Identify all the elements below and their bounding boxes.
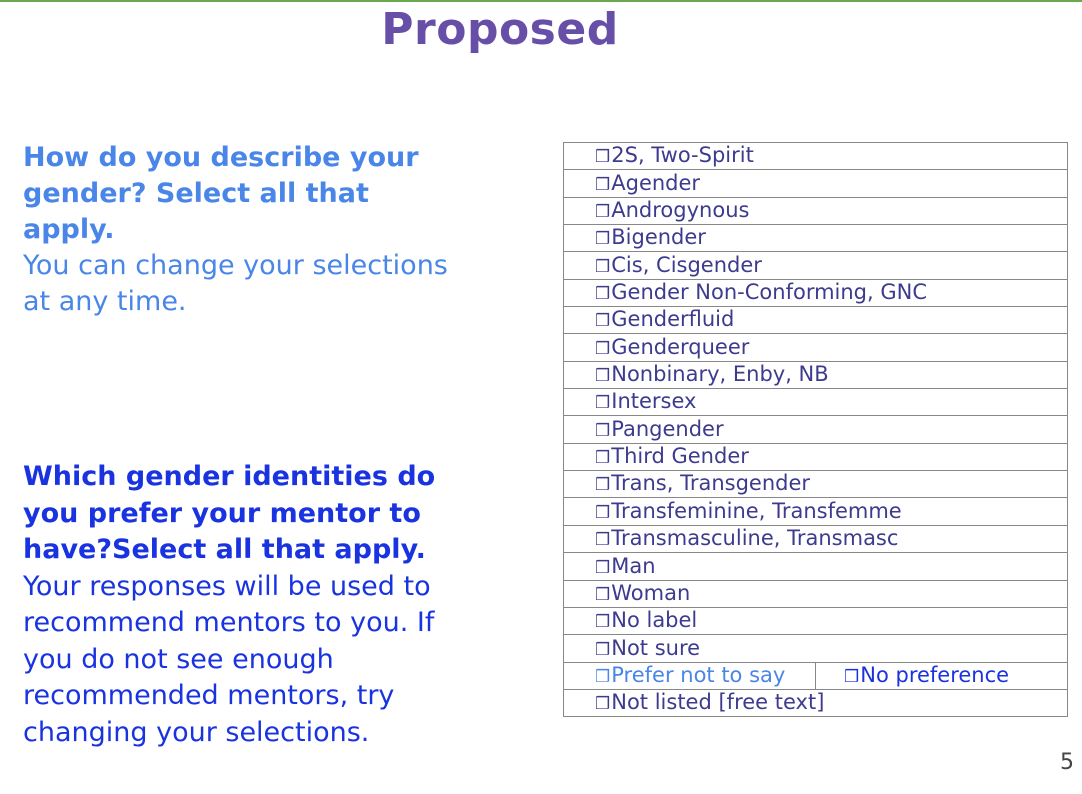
option-label: Pangender: [611, 416, 724, 441]
page-number: 5: [1060, 750, 1074, 775]
option-label: 2S, Two-Spirit: [611, 143, 754, 168]
option-row: ❒Third Gender: [563, 442, 1068, 472]
option-checkbox[interactable]: ❒Nonbinary, Enby, NB: [563, 360, 1068, 390]
option-row: ❒Agender: [563, 169, 1068, 198]
checkbox-icon[interactable]: ❒: [595, 692, 610, 716]
not-listed-checkbox[interactable]: ❒Not listed [free text]: [563, 688, 1068, 718]
checkbox-icon[interactable]: ❒: [595, 583, 610, 607]
option-label: Androgynous: [611, 198, 750, 223]
option-checkbox[interactable]: ❒No label: [563, 606, 1068, 636]
checkbox-icon[interactable]: ❒: [595, 665, 610, 689]
option-label: No label: [611, 608, 698, 633]
option-label: Genderqueer: [611, 334, 750, 359]
option-checkbox[interactable]: ❒Pangender: [563, 415, 1068, 444]
option-label: Intersex: [611, 389, 697, 414]
option-row: ❒Not listed [free text]: [563, 688, 1068, 718]
option-label: Not sure: [611, 635, 701, 660]
question-mentor-block: Which gender identities do you prefer yo…: [23, 459, 473, 751]
question-self-note: You can change your selections at any ti…: [23, 250, 448, 317]
option-checkbox[interactable]: ❒Intersex: [563, 388, 1068, 417]
option-checkbox[interactable]: ❒2S, Two-Spirit: [563, 141, 1068, 171]
question-self-prompt: How do you describe your gender? Select …: [23, 142, 419, 245]
option-row: ❒Woman: [563, 579, 1068, 608]
checkbox-icon[interactable]: ❒: [595, 200, 610, 224]
option-checkbox[interactable]: ❒Not sure: [563, 634, 1068, 663]
checkbox-icon[interactable]: ❒: [595, 638, 610, 662]
option-checkbox[interactable]: ❒Gender Non-Conforming, GNC: [563, 278, 1068, 308]
checkbox-icon[interactable]: ❒: [595, 501, 610, 525]
option-checkbox[interactable]: ❒Androgynous: [563, 196, 1068, 226]
option-row: ❒Genderfluid: [563, 306, 1068, 335]
option-label: Woman: [611, 580, 691, 605]
checkbox-icon[interactable]: ❒: [844, 665, 859, 689]
prefer-not-to-say-checkbox[interactable]: ❒Prefer not to say: [563, 661, 816, 690]
option-row: ❒Transmasculine, Transmasc: [563, 524, 1068, 554]
checkbox-icon[interactable]: ❒: [595, 145, 610, 169]
checkbox-icon[interactable]: ❒: [595, 419, 610, 443]
option-row: ❒Not sure: [563, 634, 1068, 663]
question-mentor-prompt: Which gender identities do you prefer yo…: [23, 461, 436, 565]
option-row: ❒Androgynous: [563, 196, 1068, 226]
option-label: Transmasculine, Transmasc: [611, 526, 899, 551]
option-row: ❒Pangender: [563, 415, 1068, 444]
option-row: ❒Bigender: [563, 224, 1068, 253]
checkbox-icon[interactable]: ❒: [595, 528, 610, 552]
option-label: Gender Non-Conforming, GNC: [611, 280, 928, 305]
checkbox-icon[interactable]: ❒: [595, 309, 610, 333]
option-row: ❒Trans, Transgender: [563, 470, 1068, 499]
option-row: ❒Nonbinary, Enby, NB: [563, 360, 1068, 390]
checkbox-icon[interactable]: ❒: [595, 227, 610, 251]
question-mentor-note: Your responses will be used to recommend…: [23, 570, 435, 748]
checkbox-icon[interactable]: ❒: [595, 556, 610, 580]
checkbox-icon[interactable]: ❒: [595, 282, 610, 306]
option-checkbox[interactable]: ❒Trans, Transgender: [563, 470, 1068, 499]
checkbox-icon[interactable]: ❒: [595, 473, 610, 497]
checkbox-icon[interactable]: ❒: [595, 364, 610, 388]
option-checkbox[interactable]: ❒Transmasculine, Transmasc: [563, 524, 1068, 554]
option-checkbox[interactable]: ❒Bigender: [563, 224, 1068, 253]
option-row: ❒Genderqueer: [563, 333, 1068, 362]
no-preference-checkbox[interactable]: ❒No preference: [815, 661, 1068, 690]
checkbox-icon[interactable]: ❒: [595, 391, 610, 415]
option-label: Cis, Cisgender: [611, 252, 762, 277]
option-row: ❒Man: [563, 552, 1068, 581]
question-self-block: How do you describe your gender? Select …: [23, 140, 463, 320]
option-label: Third Gender: [611, 444, 749, 469]
option-checkbox[interactable]: ❒Man: [563, 552, 1068, 581]
checkbox-icon[interactable]: ❒: [595, 255, 610, 279]
option-label: No preference: [860, 662, 1010, 687]
option-row: ❒No label: [563, 606, 1068, 636]
option-row: ❒Gender Non-Conforming, GNC: [563, 278, 1068, 308]
top-rule: [0, 0, 1082, 2]
gender-options-table: ❒2S, Two-Spirit ❒Agender ❒Androgynous ❒Bige…: [563, 141, 1068, 718]
slide-title: Proposed: [381, 4, 619, 55]
option-row: ❒Prefer not to say ❒No preference: [563, 661, 1068, 690]
checkbox-icon[interactable]: ❒: [595, 173, 610, 197]
option-checkbox[interactable]: ❒Genderfluid: [563, 306, 1068, 335]
checkbox-icon[interactable]: ❒: [595, 337, 610, 361]
option-checkbox[interactable]: ❒Transfeminine, Transfemme: [563, 497, 1068, 526]
option-checkbox[interactable]: ❒Agender: [563, 169, 1068, 198]
option-row: ❒Intersex: [563, 388, 1068, 417]
option-label: Genderfluid: [611, 307, 735, 332]
option-row: ❒Cis, Cisgender: [563, 251, 1068, 280]
checkbox-icon[interactable]: ❒: [595, 610, 610, 634]
option-checkbox[interactable]: ❒Third Gender: [563, 442, 1068, 472]
checkbox-icon[interactable]: ❒: [595, 446, 610, 470]
option-row: ❒2S, Two-Spirit: [563, 141, 1068, 171]
option-label: Not listed [free text]: [611, 690, 825, 715]
option-row: ❒Transfeminine, Transfemme: [563, 497, 1068, 526]
option-label: Prefer not to say: [611, 662, 786, 687]
option-label: Agender: [611, 170, 701, 195]
option-label: Bigender: [611, 225, 706, 250]
option-checkbox[interactable]: ❒Cis, Cisgender: [563, 251, 1068, 280]
option-label: Nonbinary, Enby, NB: [611, 362, 829, 387]
option-label: Transfeminine, Transfemme: [611, 498, 902, 523]
option-label: Trans, Transgender: [611, 471, 811, 496]
option-checkbox[interactable]: ❒Genderqueer: [563, 333, 1068, 362]
option-checkbox[interactable]: ❒Woman: [563, 579, 1068, 608]
option-label: Man: [611, 553, 656, 578]
